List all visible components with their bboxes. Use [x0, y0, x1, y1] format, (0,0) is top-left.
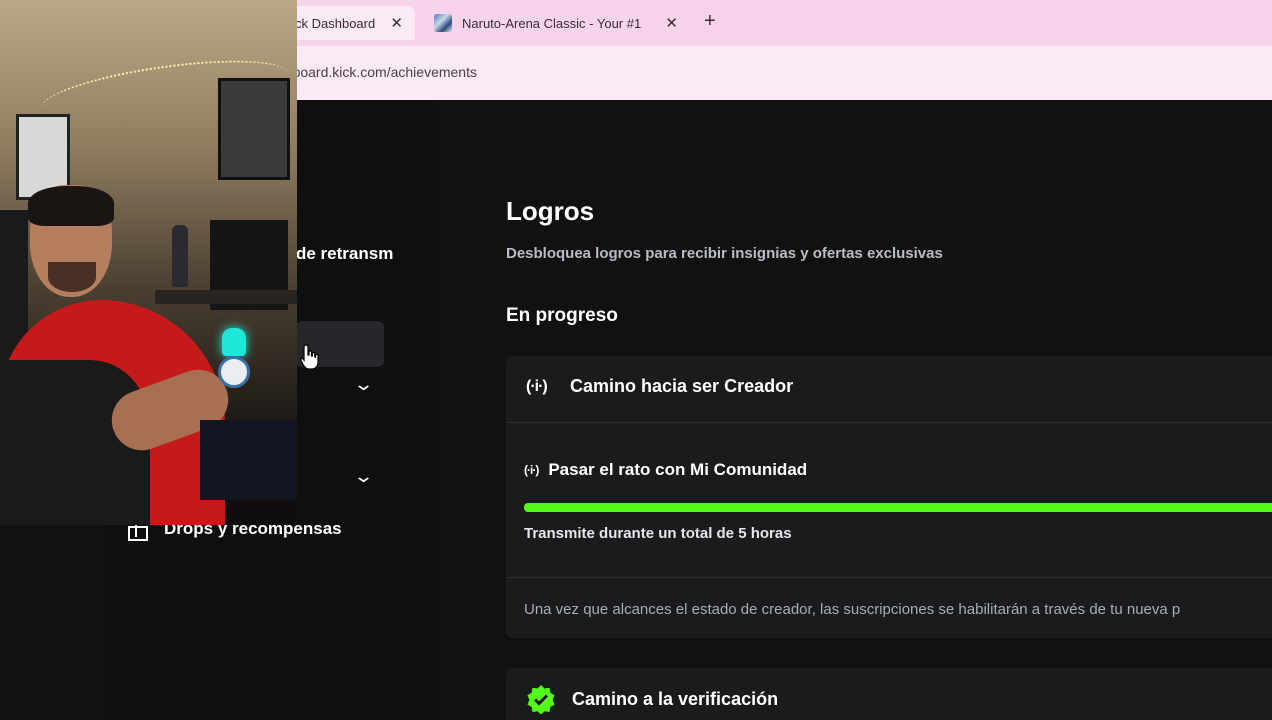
- progress-fill: [524, 503, 1272, 512]
- new-tab-button[interactable]: +: [704, 10, 716, 33]
- hand-cursor-icon: [300, 344, 319, 370]
- card-header: (·i·) Camino hacia ser Creador: [526, 376, 793, 397]
- favicon-icon: [434, 14, 452, 32]
- card-title: Camino hacia ser Creador: [570, 376, 794, 396]
- task-progress-bar: [524, 503, 1272, 512]
- page-title: Logros: [506, 196, 595, 226]
- task-requirement: Transmite durante un total de 5 horas: [524, 525, 792, 542]
- close-tab-icon[interactable]: ✕: [665, 14, 678, 32]
- card-header: Camino a la verificación: [526, 684, 779, 715]
- task-header: (·i·) Pasar el rato con Mi Comunidad: [524, 460, 807, 480]
- tab-title: Naruto-Arena Classic - Your #1: [462, 15, 642, 31]
- tab-naruto-arena[interactable]: Naruto-Arena Classic - Your #1 ✕: [428, 6, 690, 40]
- broadcast-icon: (·i·): [524, 463, 539, 477]
- divider: [506, 577, 1272, 578]
- tab-title: ck Dashboard: [295, 15, 376, 31]
- sidebar-item-stream-settings[interactable]: de retransm: [296, 244, 393, 264]
- achievement-card-creator[interactable]: (·i·) Camino hacia ser Creador (·i·) Pas…: [506, 356, 1272, 638]
- webcam-overlay: [0, 0, 297, 525]
- verified-badge-icon: [526, 684, 556, 715]
- broadcast-icon: (·i·): [526, 377, 548, 395]
- achievement-card-verification[interactable]: Camino a la verificación: [506, 668, 1272, 720]
- url-field[interactable]: ashboard.kick.com/achievements: [270, 64, 477, 80]
- task-title: Pasar el rato con Mi Comunidad: [548, 460, 808, 479]
- chevron-down-icon[interactable]: ⌄: [353, 466, 374, 487]
- close-tab-icon[interactable]: ✕: [390, 14, 403, 32]
- card-title: Camino a la verificación: [572, 688, 779, 709]
- card-note: Una vez que alcances el estado de creado…: [524, 601, 1181, 618]
- in-progress-heading: En progreso: [506, 305, 618, 326]
- chevron-down-icon[interactable]: ⌄: [353, 374, 374, 395]
- page-subtitle: Desbloquea logros para recibir insignias…: [506, 245, 943, 262]
- divider: [506, 422, 1272, 423]
